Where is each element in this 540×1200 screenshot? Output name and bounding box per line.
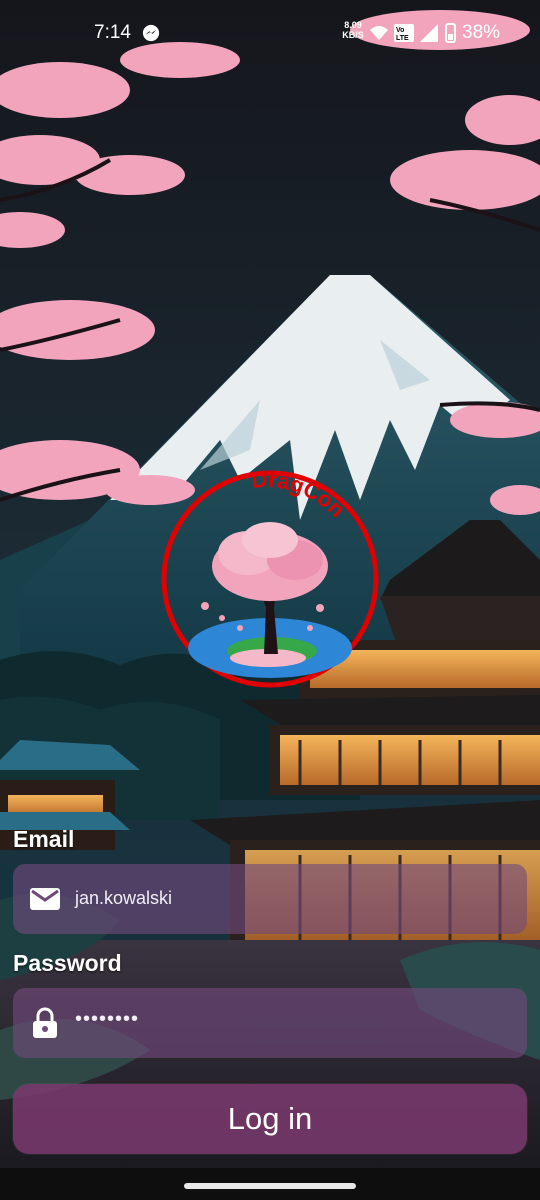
status-time: 7:14 [94,22,131,43]
wifi-icon [370,26,388,40]
login-button[interactable]: Log in [13,1084,527,1154]
dragcon-logo: DragCon [161,468,379,688]
email-label: Email [13,826,75,852]
mail-icon [30,888,60,910]
password-value: •••••••• [75,1008,140,1030]
svg-text:DragCon: DragCon [251,468,350,522]
network-speed-unit: KB/S [342,30,364,40]
network-speed-value: 8.09 [344,20,362,30]
messenger-icon [142,24,160,42]
signal-icon [420,24,438,42]
network-speed: 8.09 KB/S [340,20,366,40]
status-icons: Vo LTE [370,23,456,43]
svg-text:LTE: LTE [396,35,409,42]
svg-text:Vo: Vo [396,27,404,34]
password-label: Password [13,950,122,976]
status-bar: 7:14 8.09 KB/S Vo LTE 38% [0,0,540,68]
email-value: jan.kowalski [75,888,173,908]
password-field[interactable]: •••••••• [13,988,527,1058]
battery-percent: 38% [462,22,501,43]
home-gesture-handle[interactable] [184,1183,356,1189]
lock-icon [33,1007,57,1038]
email-field[interactable]: jan.kowalski [13,864,527,934]
logo-text: DragCon [251,468,350,522]
